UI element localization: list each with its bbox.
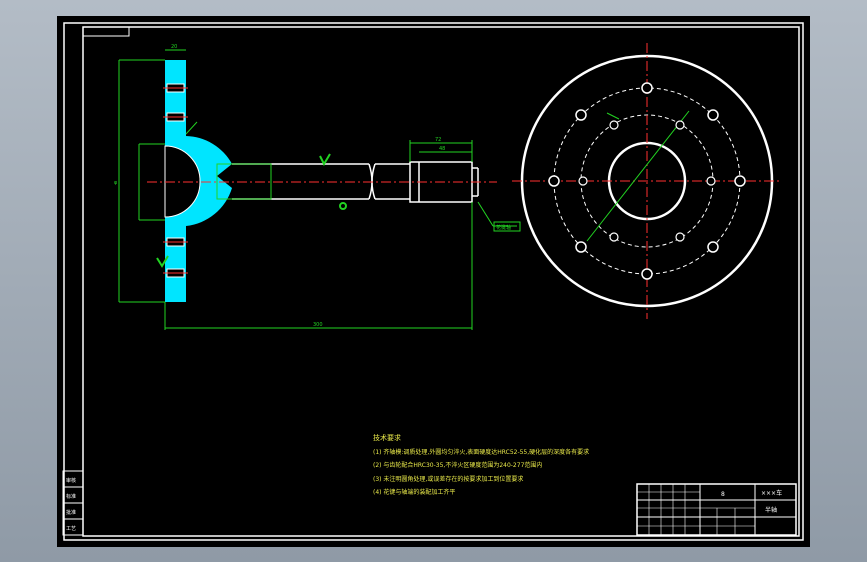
note-line-4: (4) 花键与轴端的装配加工齐平 <box>373 488 455 496</box>
dim-spline-inner: 48 <box>439 146 445 152</box>
side-box-3: 批准 <box>66 509 76 516</box>
shaft-side-view: 花键轴 300 φ 20 72 48 <box>114 44 521 330</box>
flange-front-view <box>512 43 782 319</box>
technical-notes: 技术要求 (1) 齐轴模:调质处理,外圆均匀淬火,表面硬度达HRC52-55,硬… <box>373 433 589 496</box>
side-box-2: 标准 <box>66 493 76 500</box>
note-line-3: (3) 未注明圆角处理,或误差存在的按要求加工到位置要求 <box>373 475 523 483</box>
side-revision-box: 审核 标准 批准 工艺 <box>62 470 84 536</box>
dim-flange-height: φ <box>114 180 118 186</box>
note-line-1: (1) 齐轴模:调质处理,外圆均匀淬火,表面硬度达HRC52-55,硬化层的深度… <box>373 448 589 456</box>
spline-callout: 花键轴 <box>496 224 511 231</box>
side-box-1: 审核 <box>66 477 76 484</box>
note-line-2: (2) 与齿轮配合HRC30-35,不淬火区硬度范围为240-277范围内 <box>373 461 542 469</box>
title-block-mark: 8 <box>721 491 725 498</box>
cad-drawing: 花键轴 300 φ 20 72 48 技术要求 (1) 齐轴模:调质处理,外圆均… <box>62 22 804 541</box>
title-block-drawing-no: ×××车 <box>761 489 782 497</box>
title-block-part-name: 半轴 <box>765 506 777 514</box>
dim-diagonal <box>586 110 690 242</box>
drawing-canvas: 花键轴 300 φ 20 72 48 技术要求 (1) 齐轴模:调质处理,外圆均… <box>57 16 810 547</box>
inner-frame <box>82 26 800 537</box>
corner-tag <box>82 26 130 37</box>
dim-leader <box>606 112 620 120</box>
notes-title: 技术要求 <box>373 433 401 442</box>
title-block: 8 ×××车 半轴 <box>636 483 797 536</box>
dim-flange-thickness: 20 <box>171 44 177 50</box>
side-box-4: 工艺 <box>66 526 76 532</box>
dim-shaft-length: 300 <box>313 322 323 328</box>
dim-spline-length: 72 <box>435 137 441 143</box>
